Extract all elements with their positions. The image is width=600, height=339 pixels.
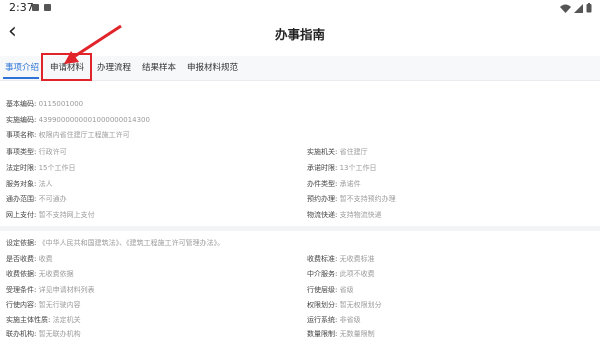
section-divider	[0, 226, 600, 231]
info-row-promise-time: 承诺时限: 13个工作日	[307, 164, 377, 172]
info-row-exercise-content: 行使内容: 暂无行驶内容	[6, 301, 81, 309]
info-row-scope: 通办范围: 不可通办	[6, 195, 67, 203]
info-row-impl-code: 实施编码: 4399000000001000000014300	[6, 116, 150, 124]
info-row-legal-time: 法定时限: 15个工作日	[6, 164, 76, 172]
info-row-type: 事项类型: 行政许可	[6, 148, 67, 156]
info-row-payment: 网上支付: 暂不支持网上支付	[6, 211, 95, 219]
battery-icon	[586, 3, 592, 13]
signal-icon	[574, 3, 583, 13]
info-row-code: 基本编码: 0115001000	[6, 100, 84, 108]
info-row-charge-basis: 收费依据: 无收费依据	[6, 270, 74, 278]
info-row-service-target: 服务对象: 法人	[6, 180, 53, 188]
info-row-case-type: 办件类型: 承诺件	[307, 180, 361, 188]
wifi-icon	[560, 4, 571, 13]
tab-result-sample[interactable]: 结果样本	[142, 56, 176, 80]
info-row-system: 运行系统: 非省级	[307, 316, 361, 324]
info-row-charge: 是否收费: 收费	[6, 255, 53, 263]
info-row-appointment: 预约办理: 暂不支持预约办理	[307, 195, 396, 203]
info-row-intermediary: 中介服务: 此项不收费	[307, 270, 375, 278]
info-row-joint-agency: 联办机构: 暂无联办机构	[6, 330, 81, 338]
info-row-basis: 设定依据: 《中华人民共和国建筑法》、《建筑工程施工许可管理办法》。	[6, 239, 225, 247]
red-arrow-icon	[64, 24, 122, 64]
info-row-level: 行使层级: 省级	[307, 286, 354, 294]
info-row-subject-nature: 实施主体性质: 法定机关	[6, 316, 81, 324]
tab-material-spec[interactable]: 申报材料规范	[187, 56, 238, 80]
info-row-quantity-limit: 数量限制: 无数量限制	[307, 330, 375, 338]
info-row-agency: 实施机关: 省住建厅	[307, 148, 368, 156]
info-row-logistics: 物流快递: 支持物流快递	[307, 211, 382, 219]
info-row-accept-conditions: 受理条件: 详见申请材料列表	[6, 286, 95, 294]
info-row-name: 事项名称: 权限内省住建厅工程施工许可	[6, 131, 130, 139]
info-row-charge-standard: 收费标准: 无收费标准	[307, 255, 375, 263]
info-row-authority: 权限划分: 暂无权限划分	[307, 301, 382, 309]
